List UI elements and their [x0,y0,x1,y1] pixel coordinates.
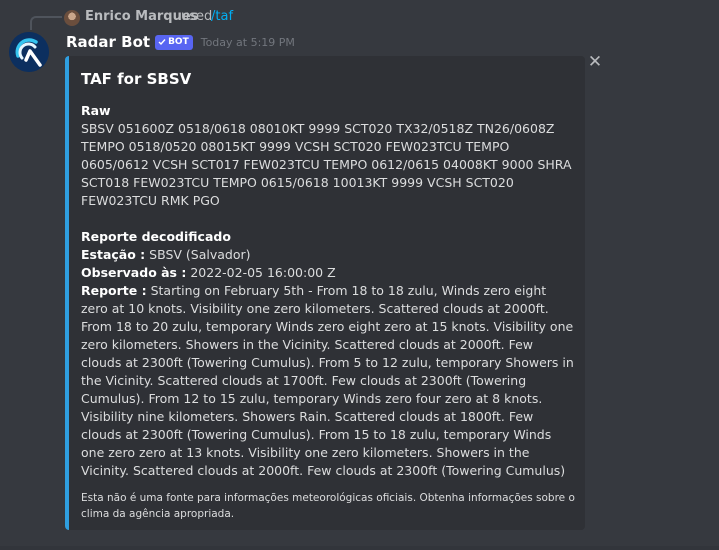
bottom-divider [0,546,719,550]
reply-user-avatar[interactable] [64,10,80,26]
close-icon[interactable]: ✕ [586,53,604,71]
report-label: Reporte : [81,283,147,298]
message-header: Radar Bot BOT Today at 5:19 PM [66,32,295,52]
radar-bot-logo-icon [9,32,49,72]
observed-value: 2022-02-05 16:00:00 Z [190,265,336,280]
observed-label: Observado às : [81,265,187,280]
raw-field-value: SBSV 051600Z 0518/0618 08010KT 9999 SCT0… [81,121,572,208]
bot-tag: BOT [155,34,193,50]
decoded-observed: Observado às : 2022-02-05 16:00:00 Z [81,264,576,282]
station-label: Estação : [81,247,146,262]
report-value: Starting on February 5th - From 18 to 18… [81,283,574,478]
bot-avatar[interactable] [9,32,49,72]
raw-field-name: Raw [81,103,111,118]
bot-tag-label: BOT [168,37,189,47]
decoded-field-name: Reporte decodificado [81,229,231,244]
decoded-report: Reporte : Starting on February 5th - Fro… [81,282,576,480]
reply-spine [30,16,62,30]
embed-title: TAF for SBSV [81,70,192,88]
decoded-station: Estação : SBSV (Salvador) [81,246,576,264]
embed: TAF for SBSV Raw SBSV 051600Z 0518/0618 … [65,56,585,530]
check-icon [158,39,166,46]
message-timestamp[interactable]: Today at 5:19 PM [201,36,295,49]
author-name[interactable]: Radar Bot [66,33,150,51]
reply-command[interactable]: /taf [211,9,233,24]
reply-used-text: used [181,9,213,24]
embed-footer: Esta não é uma fonte para informações me… [81,492,575,520]
station-value: SBSV (Salvador) [149,247,251,262]
